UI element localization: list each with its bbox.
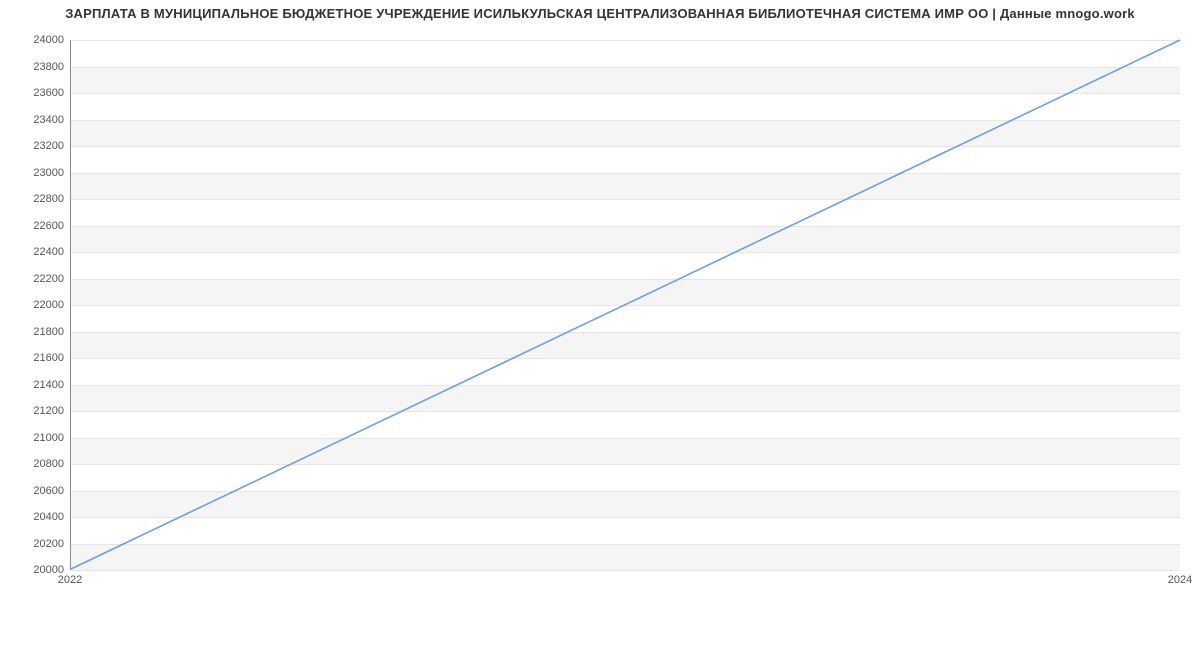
y-tick-label: 20000	[4, 564, 64, 576]
chart-container: ЗАРПЛАТА В МУНИЦИПАЛЬНОЕ БЮДЖЕТНОЕ УЧРЕЖ…	[0, 0, 1200, 650]
line-series	[71, 40, 1180, 569]
plot-area	[70, 40, 1180, 570]
y-tick-label: 22400	[4, 246, 64, 258]
y-axis-labels: 2000020200204002060020800210002120021400…	[0, 40, 64, 570]
y-tick-label: 24000	[4, 34, 64, 46]
x-tick-label: 2022	[58, 574, 82, 586]
y-tick-label: 21200	[4, 405, 64, 417]
grid-line	[71, 570, 1180, 571]
y-tick-label: 22200	[4, 273, 64, 285]
y-tick-label: 20600	[4, 485, 64, 497]
x-axis-labels: 20222024	[70, 574, 1180, 594]
y-tick-label: 23800	[4, 61, 64, 73]
y-tick-label: 21600	[4, 352, 64, 364]
y-tick-label: 23600	[4, 87, 64, 99]
y-tick-label: 23400	[4, 114, 64, 126]
data-line	[71, 40, 1180, 569]
chart-title: ЗАРПЛАТА В МУНИЦИПАЛЬНОЕ БЮДЖЕТНОЕ УЧРЕЖ…	[0, 6, 1200, 21]
y-tick-label: 23200	[4, 140, 64, 152]
y-tick-label: 21000	[4, 432, 64, 444]
y-tick-label: 22800	[4, 193, 64, 205]
y-tick-label: 22600	[4, 220, 64, 232]
y-tick-label: 21800	[4, 326, 64, 338]
y-tick-label: 20800	[4, 458, 64, 470]
y-tick-label: 22000	[4, 299, 64, 311]
y-tick-label: 23000	[4, 167, 64, 179]
y-tick-label: 21400	[4, 379, 64, 391]
y-tick-label: 20400	[4, 511, 64, 523]
y-tick-label: 20200	[4, 538, 64, 550]
x-tick-label: 2024	[1168, 574, 1192, 586]
